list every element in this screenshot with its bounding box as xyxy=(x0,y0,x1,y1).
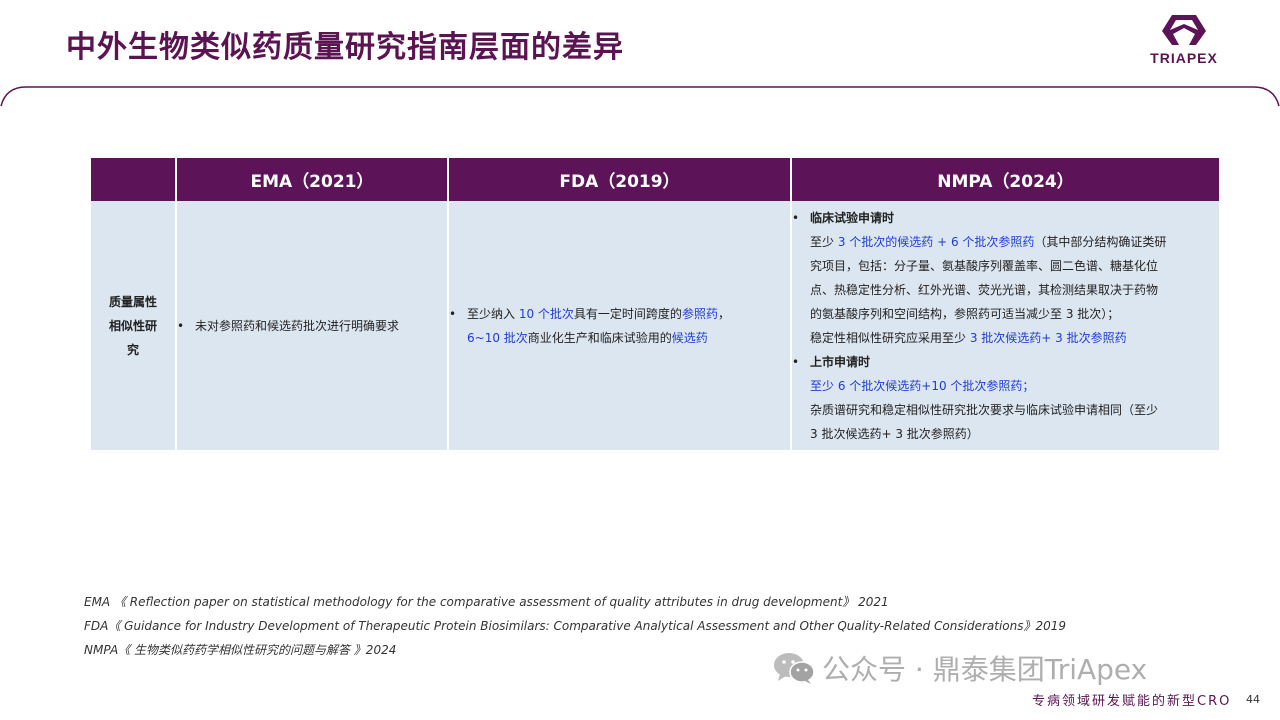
triapex-logo: TRIAPEX xyxy=(1138,14,1230,70)
fda-cell: • 至少纳入 10 个批次具有一定时间跨度的参照药， 6~10 批次商业化生产和临… xyxy=(447,201,791,450)
nmpa-cell: • 临床试验申请时 至少 3 个批次的候选药 + 6 个批次参照药（其中部分结构确… xyxy=(790,201,1219,450)
table-row: 质量属性 相似性研 究 • 未对参照药和候选药批次进行明确要求 • 至少纳入 10 … xyxy=(91,201,1219,450)
reference-ema: EMA 《 Reflection paper on statistical me… xyxy=(84,595,889,609)
bullet: • xyxy=(792,210,800,225)
logo-wordmark: TRIAPEX xyxy=(1150,50,1218,66)
page-number: 44 xyxy=(1246,693,1260,706)
ema-requirement: 未对参照药和候选药批次进行明确要求 xyxy=(195,318,400,333)
logo-mark-icon xyxy=(1162,15,1206,45)
watermark-text: 公众号 · 鼎泰集团TriApex xyxy=(822,653,1148,686)
table-header-row: EMA（2021） FDA（2019） NMPA（2024） xyxy=(91,158,1219,201)
market-heading: 上市申请时 xyxy=(810,354,871,369)
reference-fda: FDA《 Guidance for Industry Development o… xyxy=(84,619,1067,633)
header-fda: FDA（2019） xyxy=(447,158,791,201)
bullet: • xyxy=(792,354,800,369)
wechat-icon xyxy=(772,651,816,692)
header-nmpa: NMPA（2024） xyxy=(790,158,1219,201)
footer-slogan: 专病领域研发赋能的新型CRO xyxy=(1032,694,1232,709)
header-corner xyxy=(91,158,176,201)
bullet: • xyxy=(177,318,185,333)
bullet: • xyxy=(449,306,457,321)
header-divider-arc xyxy=(0,86,1280,107)
clinical-heading: 临床试验申请时 xyxy=(810,210,895,225)
header-ema: EMA（2021） xyxy=(175,158,448,201)
page-title: 中外生物类似药质量研究指南层面的差异 xyxy=(66,30,624,65)
comparison-table: EMA（2021） FDA（2019） NMPA（2024） 质量属性 相似性研… xyxy=(91,158,1219,450)
ema-cell: • 未对参照药和候选药批次进行明确要求 xyxy=(175,201,448,450)
row-label: 质量属性 相似性研 究 xyxy=(91,201,176,450)
wechat-watermark: 公众号 · 鼎泰集团TriApex xyxy=(772,648,1147,692)
